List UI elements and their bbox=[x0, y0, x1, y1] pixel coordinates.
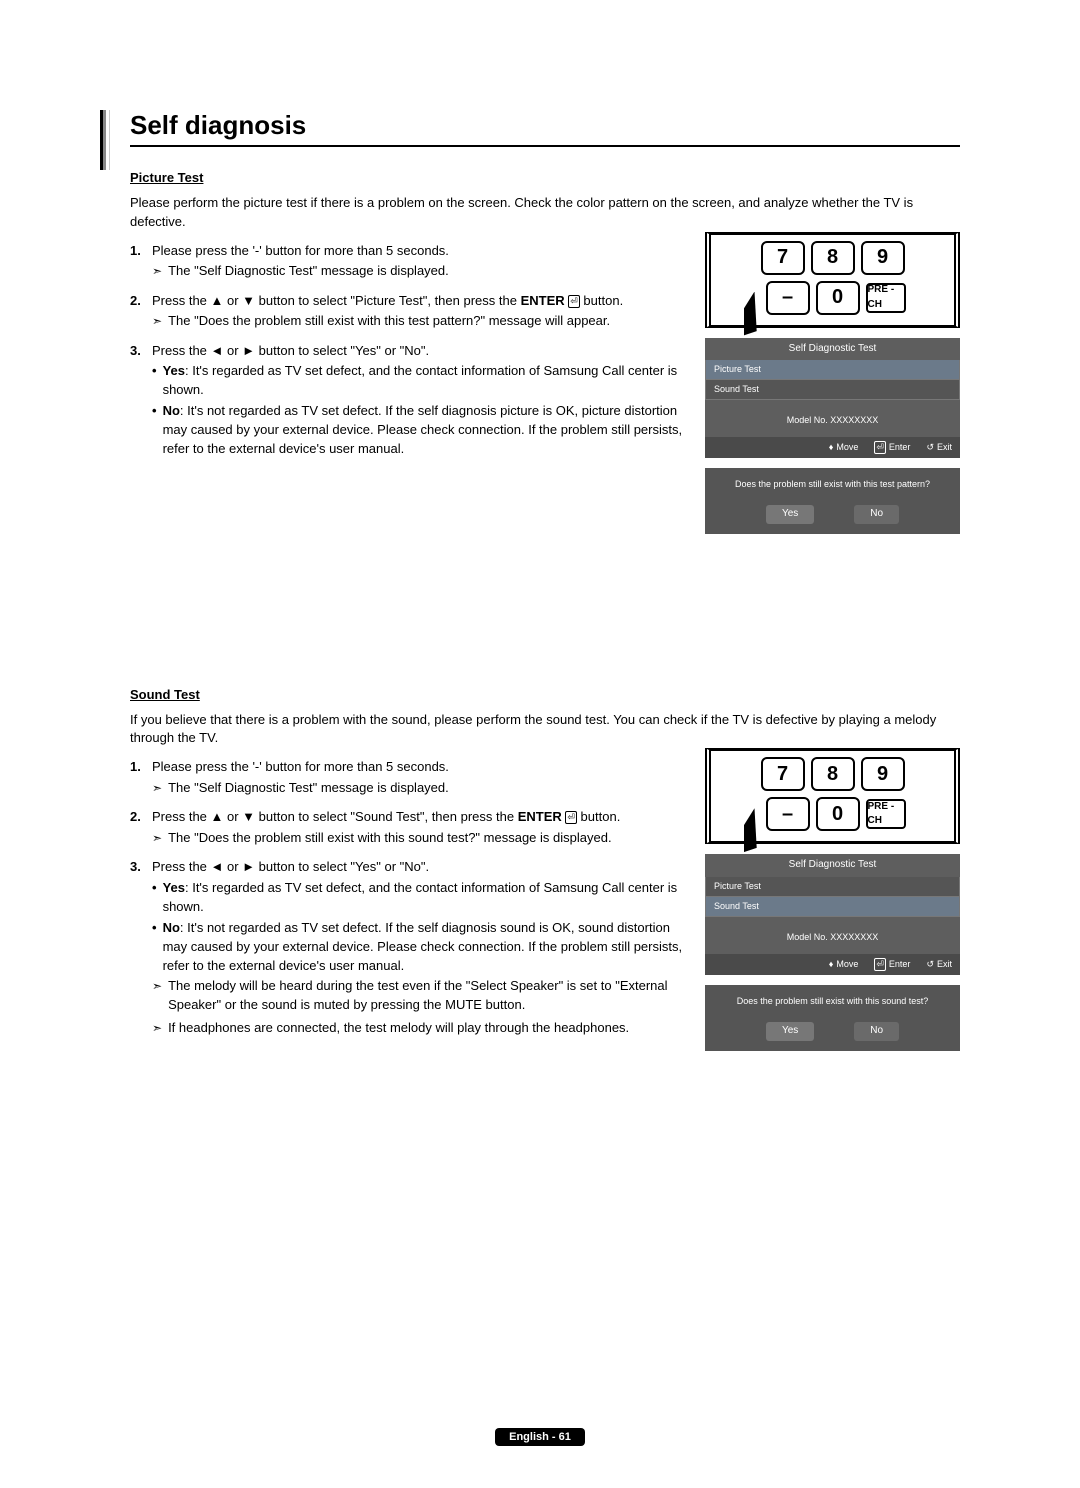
osd-dialog-sound: Does the problem still exist with this s… bbox=[705, 985, 960, 1051]
step3-yes: Yes: It's regarded as TV set defect, and… bbox=[163, 362, 687, 400]
remote-key-9[interactable]: 9 bbox=[861, 241, 905, 275]
enter-icon: ⏎ bbox=[874, 958, 886, 971]
osd-menu-picture: Self Diagnostic Test Picture Test Sound … bbox=[705, 338, 960, 459]
remote-key-0[interactable]: 0 bbox=[816, 797, 860, 831]
step1-sub: The "Self Diagnostic Test" message is di… bbox=[168, 262, 449, 281]
step-number: 3. bbox=[130, 858, 152, 1042]
step2-sub: The "Does the problem still exist with t… bbox=[168, 312, 610, 331]
picture-test-heading: Picture Test bbox=[130, 169, 960, 188]
return-icon: ↺ bbox=[926, 958, 934, 971]
step3-no: No: It's not regarded as TV set defect. … bbox=[163, 919, 687, 976]
osd-item-picture-test[interactable]: Picture Test bbox=[705, 877, 960, 897]
osd-dialog-picture: Does the problem still exist with this t… bbox=[705, 468, 960, 534]
step3-no: No: It's not regarded as TV set defect. … bbox=[163, 402, 687, 459]
sound-note1: The melody will be heard during the test… bbox=[168, 977, 687, 1015]
osd-toolbar: ♦Move ⏎Enter ↺Exit bbox=[705, 437, 960, 458]
remote-key-prech[interactable]: PRE - CH bbox=[866, 799, 906, 829]
step-number: 2. bbox=[130, 808, 152, 852]
move-arrows-icon: ♦ bbox=[829, 441, 834, 454]
sound-steps: 1. Please press the '-' button for more … bbox=[130, 758, 687, 1042]
step3-text: Press the ◄ or ► button to select "Yes" … bbox=[152, 859, 429, 874]
remote-key-minus[interactable]: – bbox=[766, 797, 810, 831]
page-number: English - 61 bbox=[495, 1428, 585, 1446]
step3-text: Press the ◄ or ► button to select "Yes" … bbox=[152, 343, 429, 358]
step-number: 1. bbox=[130, 758, 152, 802]
osd-title: Self Diagnostic Test bbox=[705, 338, 960, 361]
step-number: 2. bbox=[130, 292, 152, 336]
remote-pad-picture: 7 8 9 – 0 PRE - CH bbox=[705, 232, 960, 328]
page-title: Self diagnosis bbox=[130, 110, 960, 141]
move-arrows-icon: ♦ bbox=[829, 958, 834, 971]
step-number: 1. bbox=[130, 242, 152, 286]
section-left-bar bbox=[100, 110, 110, 170]
osd-menu-sound: Self Diagnostic Test Picture Test Sound … bbox=[705, 854, 960, 975]
step1-text: Please press the '-' button for more tha… bbox=[152, 243, 449, 258]
title-row: Self diagnosis bbox=[130, 110, 960, 147]
step1-sub: The "Self Diagnostic Test" message is di… bbox=[168, 779, 449, 798]
page-footer: English - 61 bbox=[0, 1427, 1080, 1446]
enter-icon: ⏎ bbox=[565, 811, 577, 824]
step2-sub: The "Does the problem still exist with t… bbox=[168, 829, 612, 848]
picture-steps: 1. Please press the '-' button for more … bbox=[130, 242, 687, 461]
remote-key-0[interactable]: 0 bbox=[816, 281, 860, 315]
remote-key-8[interactable]: 8 bbox=[811, 757, 855, 791]
sound-note2: If headphones are connected, the test me… bbox=[168, 1019, 629, 1038]
remote-key-minus[interactable]: – bbox=[766, 281, 810, 315]
dialog-text: Does the problem still exist with this t… bbox=[711, 478, 954, 491]
enter-icon: ⏎ bbox=[568, 295, 580, 308]
osd-model: Model No. XXXXXXXX bbox=[705, 917, 960, 954]
step1-text: Please press the '-' button for more tha… bbox=[152, 759, 449, 774]
osd-item-picture-test[interactable]: Picture Test bbox=[705, 360, 960, 380]
dialog-text: Does the problem still exist with this s… bbox=[711, 995, 954, 1008]
remote-key-7[interactable]: 7 bbox=[761, 241, 805, 275]
enter-icon: ⏎ bbox=[874, 441, 886, 454]
osd-toolbar: ♦Move ⏎Enter ↺Exit bbox=[705, 954, 960, 975]
remote-key-7[interactable]: 7 bbox=[761, 757, 805, 791]
osd-item-sound-test[interactable]: Sound Test bbox=[705, 897, 960, 917]
remote-key-prech[interactable]: PRE - CH bbox=[866, 283, 906, 313]
sound-test-intro: If you believe that there is a problem w… bbox=[130, 711, 960, 749]
step3-yes: Yes: It's regarded as TV set defect, and… bbox=[163, 879, 687, 917]
remote-key-8[interactable]: 8 bbox=[811, 241, 855, 275]
sound-test-heading: Sound Test bbox=[130, 686, 960, 705]
step2-text: Press the ▲ or ▼ button to select "Pictu… bbox=[152, 293, 623, 308]
dialog-no-button[interactable]: No bbox=[854, 1022, 899, 1041]
picture-test-intro: Please perform the picture test if there… bbox=[130, 194, 960, 232]
osd-title: Self Diagnostic Test bbox=[705, 854, 960, 877]
remote-key-9[interactable]: 9 bbox=[861, 757, 905, 791]
dialog-no-button[interactable]: No bbox=[854, 505, 899, 524]
dialog-yes-button[interactable]: Yes bbox=[766, 505, 814, 524]
step-number: 3. bbox=[130, 342, 152, 461]
step2-text: Press the ▲ or ▼ button to select "Sound… bbox=[152, 809, 620, 824]
return-icon: ↺ bbox=[926, 441, 934, 454]
osd-item-sound-test[interactable]: Sound Test bbox=[705, 380, 960, 400]
remote-pad-sound: 7 8 9 – 0 PRE - CH bbox=[705, 748, 960, 844]
dialog-yes-button[interactable]: Yes bbox=[766, 1022, 814, 1041]
osd-model: Model No. XXXXXXXX bbox=[705, 400, 960, 437]
